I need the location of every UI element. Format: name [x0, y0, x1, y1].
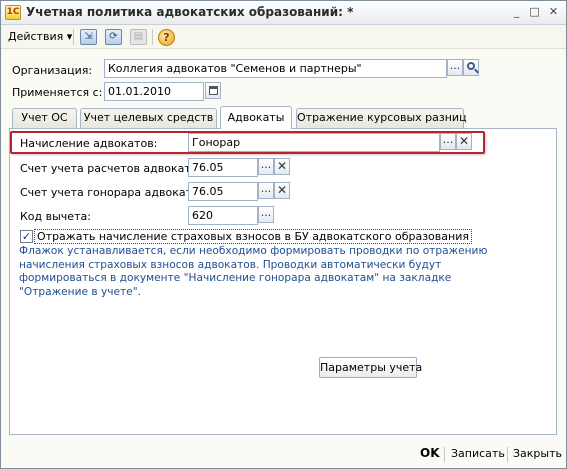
tab-exchange-differences[interactable]: Отражение курсовых разниц [296, 108, 467, 128]
copy-icon[interactable]: ⇲ [80, 29, 97, 45]
tab-advocates[interactable]: Адвокаты [220, 106, 292, 129]
title-bar: 1С Учетная политика адвокатских образова… [1, 1, 566, 25]
settlements-account-clear-button[interactable]: ✕ [274, 158, 290, 175]
settlements-account-field[interactable]: 76.05 [188, 158, 258, 177]
tab-target-funds[interactable]: Учет целевых средств [80, 108, 217, 128]
close-button[interactable]: Закрыть [513, 447, 562, 460]
fee-account-select-button[interactable]: ... [258, 182, 274, 199]
deduction-code-label: Код вычета: [20, 210, 91, 223]
accrual-clear-button[interactable]: ✕ [456, 133, 472, 150]
fee-account-clear-button[interactable]: ✕ [274, 182, 290, 199]
footer-divider [444, 447, 445, 462]
fee-account-field[interactable]: 76.05 [188, 182, 258, 201]
settlements-account-select-button[interactable]: ... [258, 158, 274, 175]
toolbar-divider [152, 29, 153, 45]
applies-from-label: Применяется с: [12, 86, 103, 99]
accrual-field[interactable]: Гонорар [188, 133, 440, 152]
help-icon[interactable]: ? [158, 29, 175, 46]
accrual-select-button[interactable]: ... [440, 133, 456, 150]
organization-select-button[interactable]: ... [447, 59, 463, 76]
maximize-button[interactable]: □ [526, 5, 543, 20]
applies-from-date-field[interactable]: 01.01.2010 [104, 82, 204, 101]
tab-fixed-assets[interactable]: Учет ОС [12, 108, 77, 128]
ok-button[interactable]: OK [420, 446, 440, 460]
insurance-checkbox-label[interactable]: Отражать начисление страховых взносов в … [34, 229, 472, 244]
deduction-code-field[interactable]: 620 [188, 206, 258, 225]
minimize-button[interactable]: _ [508, 5, 525, 20]
insurance-checkbox[interactable]: ✓ [20, 230, 33, 243]
settlements-account-label: Счет учета расчетов адвокатов: [20, 162, 208, 175]
app-logo-icon: 1С [5, 5, 21, 20]
toolbar: Действия ▾ ⇲ ⟳ ▤ ? [1, 25, 566, 49]
footer-divider [507, 447, 508, 462]
note-line: формироваться в документе "Начисление го… [19, 272, 452, 284]
accrual-label: Начисление адвокатов: [20, 137, 158, 150]
chevron-down-icon: ▾ [66, 30, 73, 43]
footer-bar: OK Записать Закрыть [1, 441, 566, 468]
note-line: начисления страховых взносов адвокатов. … [19, 258, 442, 271]
deduction-code-select-button[interactable]: ... [258, 206, 274, 223]
fee-account-label: Счет учета гонорара адвокатов: [20, 186, 209, 199]
policy-window: 1С Учетная политика адвокатских образова… [0, 0, 567, 469]
actions-menu-label: Действия [8, 30, 64, 43]
organization-field[interactable]: Коллегия адвокатов "Семенов и партнеры" [104, 59, 447, 78]
organization-label: Организация: [12, 64, 93, 77]
save-button[interactable]: Записать [451, 447, 505, 460]
actions-menu-button[interactable]: Действия ▾ [8, 30, 72, 43]
search-icon[interactable] [463, 59, 479, 76]
close-window-button[interactable]: ✕ [545, 5, 562, 20]
note-line: Флажок устанавливается, если необходимо … [19, 245, 488, 257]
window-title: Учетная политика адвокатских образований… [26, 5, 354, 19]
document-icon[interactable]: ▤ [130, 29, 147, 45]
note-line: "Отражение в учете". [19, 285, 141, 298]
insurance-note: Флажок устанавливается, если необходимо … [19, 245, 488, 299]
toolbar-divider [73, 29, 74, 45]
refresh-icon[interactable]: ⟳ [105, 29, 122, 45]
calendar-icon[interactable] [205, 82, 221, 99]
accounting-parameters-button[interactable]: Параметры учета [319, 357, 422, 378]
